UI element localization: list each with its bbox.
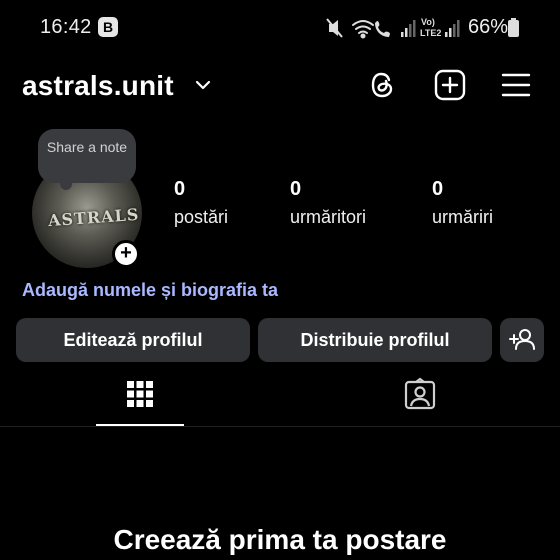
notification-badge: B [98, 17, 118, 37]
stat-value: 0 [432, 178, 444, 200]
tabs-divider [0, 426, 560, 427]
add-person-icon [509, 329, 535, 350]
create-post-icon[interactable] [433, 68, 467, 102]
tab-posts-grid[interactable] [96, 376, 184, 426]
signal-icon-2 [445, 20, 460, 37]
stat-label: urmăriri [432, 207, 493, 227]
username-switcher[interactable]: astrals.unit [22, 70, 174, 102]
stat-value: 0 [290, 178, 302, 200]
empty-state-title: Creează prima ta postare [113, 524, 447, 555]
signal-icon-1 [401, 20, 416, 37]
profile-header: astrals.unit [0, 62, 560, 112]
lte-label: LTE2 [420, 28, 441, 38]
discover-people-button[interactable] [500, 318, 544, 362]
stat-followers[interactable]: 0 urmăritori [290, 178, 366, 228]
stat-label: urmăritori [290, 207, 367, 227]
add-story-button[interactable]: + [112, 240, 140, 268]
volte-label: Vo) [421, 17, 435, 27]
avatar-logo-text: ASTRALS [47, 204, 140, 231]
stat-value: 0 [174, 178, 186, 200]
battery-percent: 66% [468, 16, 509, 38]
stat-label: postări [174, 207, 229, 227]
menu-icon[interactable] [499, 68, 533, 102]
wifi-icon [352, 20, 374, 39]
mute-icon [326, 18, 343, 38]
battery-icon [508, 18, 519, 37]
threads-icon[interactable] [366, 68, 400, 102]
edit-profile-button[interactable]: Editează profilul [16, 318, 250, 362]
share-profile-button[interactable]: Distribuie profilul [258, 318, 492, 362]
stat-posts[interactable]: 0 postări [174, 178, 228, 228]
status-time: 16:42 [40, 16, 92, 38]
tagged-person-icon [404, 377, 436, 410]
share-note-bubble[interactable]: Share a note [38, 129, 136, 190]
status-bar: 16:42 B Vo) LTE2 66% [0, 0, 560, 54]
call-icon [375, 21, 390, 37]
grid-icon [127, 381, 153, 407]
stat-following[interactable]: 0 urmăriri [432, 178, 493, 228]
add-bio-link[interactable]: Adaugă numele și biografia ta [22, 280, 278, 301]
chevron-down-icon[interactable] [194, 76, 212, 94]
tab-tagged[interactable] [376, 376, 464, 426]
